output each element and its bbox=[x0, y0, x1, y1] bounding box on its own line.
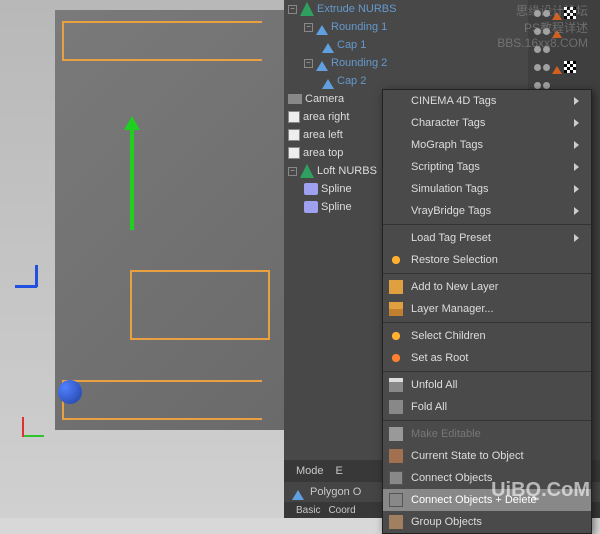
menu-restore-selection[interactable]: Restore Selection bbox=[383, 249, 591, 271]
menu-make-editable: Make Editable bbox=[383, 423, 591, 445]
spline-icon bbox=[304, 183, 318, 195]
polygon-icon bbox=[292, 484, 304, 500]
connect-icon bbox=[389, 471, 403, 485]
wireframe-edge bbox=[62, 380, 262, 420]
world-axis-icon bbox=[4, 400, 49, 445]
cap-icon bbox=[322, 37, 334, 53]
menu-separator bbox=[383, 273, 591, 274]
menu-add-to-new-layer[interactable]: Add to New Layer bbox=[383, 276, 591, 298]
letter-geometry bbox=[55, 10, 285, 430]
group-icon bbox=[389, 515, 403, 529]
submenu-arrow-icon bbox=[574, 97, 583, 105]
mode-button[interactable]: Mode bbox=[296, 465, 324, 477]
menu-fold-all[interactable]: Fold All bbox=[383, 396, 591, 418]
cap-icon bbox=[322, 73, 334, 89]
object-label[interactable]: Camera bbox=[305, 93, 344, 105]
nurbs-icon bbox=[300, 164, 314, 178]
collapse-icon[interactable]: − bbox=[304, 23, 313, 32]
menu-mograph-tags[interactable]: MoGraph Tags bbox=[383, 134, 591, 156]
menu-separator bbox=[383, 322, 591, 323]
fold-icon bbox=[389, 400, 403, 414]
menu-separator bbox=[383, 420, 591, 421]
menu-group-objects[interactable]: Group Objects bbox=[383, 511, 591, 533]
menu-connect-objects[interactable]: Connect Objects bbox=[383, 467, 591, 489]
spline-icon bbox=[304, 201, 318, 213]
menu-layer-manager[interactable]: Layer Manager... bbox=[383, 298, 591, 320]
tab-basic[interactable]: Basic bbox=[296, 505, 320, 516]
menu-load-tag-preset[interactable]: Load Tag Preset bbox=[383, 227, 591, 249]
axis-handle-icon[interactable] bbox=[58, 380, 82, 404]
object-label[interactable]: Spline bbox=[321, 201, 352, 213]
rounding-icon bbox=[316, 19, 328, 35]
submenu-arrow-icon bbox=[574, 163, 583, 171]
object-label[interactable]: area left bbox=[303, 129, 343, 141]
light-icon bbox=[288, 129, 300, 141]
menu-simulation-tags[interactable]: Simulation Tags bbox=[383, 178, 591, 200]
object-label[interactable]: area top bbox=[303, 147, 343, 159]
polygon-label: Polygon O bbox=[310, 486, 361, 498]
nurbs-icon bbox=[300, 2, 314, 16]
collapse-icon[interactable]: − bbox=[288, 5, 297, 14]
submenu-arrow-icon bbox=[574, 185, 583, 193]
unfold-icon bbox=[389, 378, 403, 392]
submenu-arrow-icon bbox=[574, 119, 583, 127]
object-label[interactable]: Rounding 2 bbox=[331, 57, 387, 69]
checker-tag-icon[interactable] bbox=[564, 61, 576, 73]
axis-gizmo-icon bbox=[15, 265, 55, 305]
edit-button[interactable]: E bbox=[336, 465, 343, 477]
checker-tag-icon[interactable] bbox=[564, 7, 576, 19]
menu-scripting-tags[interactable]: Scripting Tags bbox=[383, 156, 591, 178]
object-label[interactable]: Rounding 1 bbox=[331, 21, 387, 33]
select-children-icon bbox=[389, 329, 403, 343]
menu-set-as-root[interactable]: Set as Root bbox=[383, 347, 591, 369]
light-icon bbox=[288, 111, 300, 123]
rounding-icon bbox=[316, 55, 328, 71]
menu-vraybridge-tags[interactable]: VrayBridge Tags bbox=[383, 200, 591, 222]
collapse-icon[interactable]: − bbox=[288, 167, 297, 176]
object-label[interactable]: area right bbox=[303, 111, 349, 123]
root-icon bbox=[389, 351, 403, 365]
current-state-icon bbox=[389, 449, 403, 463]
object-label[interactable]: Cap 2 bbox=[337, 75, 366, 87]
object-label[interactable]: Cap 1 bbox=[337, 39, 366, 51]
submenu-arrow-icon bbox=[574, 141, 583, 149]
camera-icon bbox=[288, 94, 302, 104]
axis-y-arrow-icon[interactable] bbox=[130, 120, 134, 230]
restore-selection-icon bbox=[389, 253, 403, 267]
connect-delete-icon bbox=[389, 493, 403, 507]
menu-character-tags[interactable]: Character Tags bbox=[383, 112, 591, 134]
light-icon bbox=[288, 147, 300, 159]
wireframe-edge bbox=[130, 270, 270, 340]
object-label[interactable]: Extrude NURBS bbox=[317, 3, 396, 15]
layer-manager-icon bbox=[389, 302, 403, 316]
viewport-3d[interactable] bbox=[0, 0, 284, 518]
menu-current-state-to-object[interactable]: Current State to Object bbox=[383, 445, 591, 467]
make-editable-icon bbox=[389, 427, 403, 441]
layer-add-icon bbox=[389, 280, 403, 294]
object-label[interactable]: Spline bbox=[321, 183, 352, 195]
context-menu: CINEMA 4D Tags Character Tags MoGraph Ta… bbox=[382, 89, 592, 534]
collapse-icon[interactable]: − bbox=[304, 59, 313, 68]
object-label[interactable]: Loft NURBS bbox=[317, 165, 377, 177]
menu-connect-objects-delete[interactable]: Connect Objects + Delete bbox=[383, 489, 591, 511]
menu-unfold-all[interactable]: Unfold All bbox=[383, 374, 591, 396]
tab-coord[interactable]: Coord bbox=[328, 505, 355, 516]
menu-select-children[interactable]: Select Children bbox=[383, 325, 591, 347]
menu-cinema4d-tags[interactable]: CINEMA 4D Tags bbox=[383, 90, 591, 112]
menu-separator bbox=[383, 371, 591, 372]
menu-separator bbox=[383, 224, 591, 225]
submenu-arrow-icon bbox=[574, 234, 583, 242]
submenu-arrow-icon bbox=[574, 207, 583, 215]
wireframe-edge bbox=[62, 21, 262, 61]
